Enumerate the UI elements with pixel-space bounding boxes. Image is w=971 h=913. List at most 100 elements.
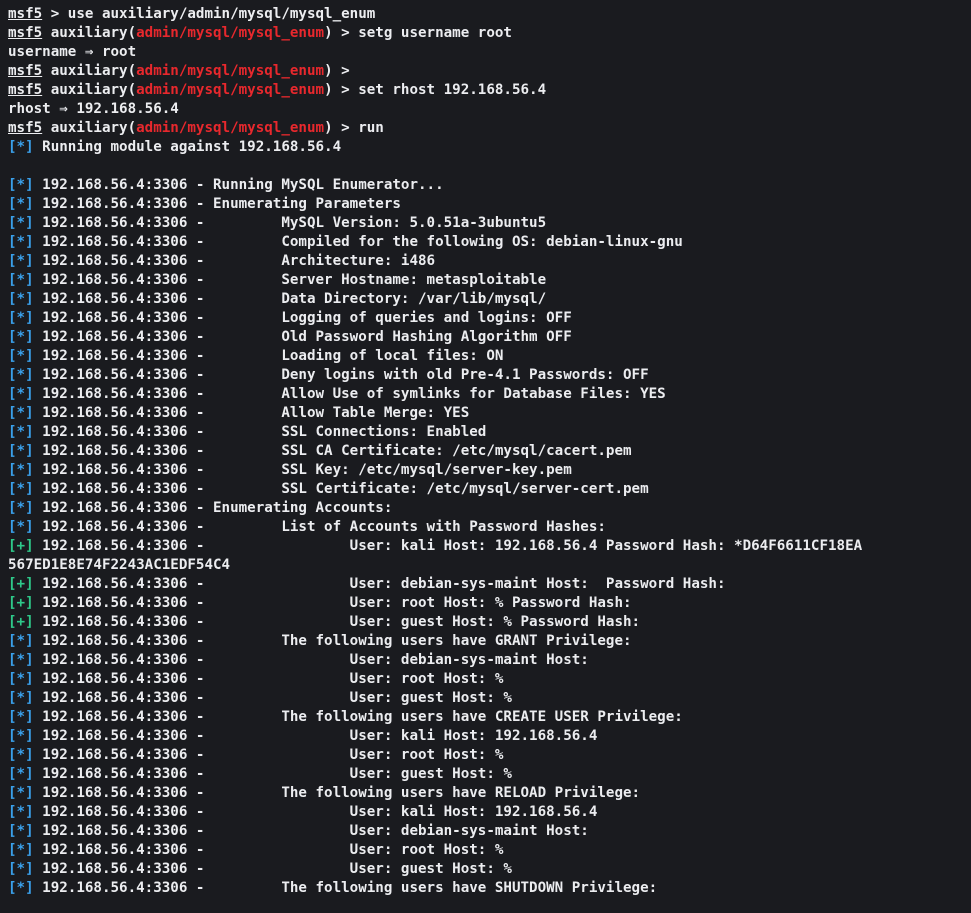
prompt-context: auxiliary( <box>42 82 137 98</box>
terminal-line: [*] 192.168.56.4:3306 - User: root Host:… <box>8 670 971 689</box>
output-text: 192.168.56.4:3306 - The following users … <box>33 709 683 725</box>
output-text: 192.168.56.4:3306 - MySQL Version: 5.0.5… <box>33 215 547 231</box>
output-text: 192.168.56.4:3306 - Old Password Hashing… <box>33 329 572 345</box>
terminal-line: [*] 192.168.56.4:3306 - User: guest Host… <box>8 860 971 879</box>
terminal-line: [*] 192.168.56.4:3306 - The following us… <box>8 784 971 803</box>
output-text: 192.168.56.4:3306 - User: kali Host: 192… <box>33 728 598 744</box>
status-info-tag: [*] <box>8 329 34 345</box>
prompt-label: msf5 <box>8 120 43 136</box>
output-text: 192.168.56.4:3306 - User: guest Host: % <box>33 766 512 782</box>
module-name: admin/mysql/mysql_enum <box>136 120 325 136</box>
output-text: 192.168.56.4:3306 - User: debian-sys-mai… <box>33 823 589 839</box>
status-info-tag: [*] <box>8 177 34 193</box>
command-text: ) > <box>324 63 350 79</box>
command-text: ) > setg username root <box>324 25 512 41</box>
output-text: 192.168.56.4:3306 - Enumerating Accounts… <box>33 500 393 516</box>
status-info-tag: [*] <box>8 519 34 535</box>
output-text: 192.168.56.4:3306 - User: debian-sys-mai… <box>33 576 726 592</box>
prompt-label: msf5 <box>8 25 43 41</box>
status-info-tag: [*] <box>8 348 34 364</box>
output-text: 192.168.56.4:3306 - Enumerating Paramete… <box>33 196 401 212</box>
terminal-line: [*] 192.168.56.4:3306 - User: root Host:… <box>8 841 971 860</box>
terminal-line: [*] 192.168.56.4:3306 - Allow Table Merg… <box>8 404 971 423</box>
terminal-line: [*] 192.168.56.4:3306 - User: guest Host… <box>8 765 971 784</box>
output-text: 192.168.56.4:3306 - List of Accounts wit… <box>33 519 606 535</box>
terminal-line: [*] 192.168.56.4:3306 - SSL Connections:… <box>8 423 971 442</box>
output-text: 192.168.56.4:3306 - SSL Key: /etc/mysql/… <box>33 462 572 478</box>
prompt-context: auxiliary( <box>42 25 137 41</box>
command-text: ) > set rhost 192.168.56.4 <box>324 82 547 98</box>
status-info-tag: [*] <box>8 310 34 326</box>
terminal-line: msf5 auxiliary(admin/mysql/mysql_enum) >… <box>8 24 971 43</box>
output-text: 192.168.56.4:3306 - Compiled for the fol… <box>33 234 683 250</box>
output-text: 192.168.56.4:3306 - Data Directory: /var… <box>33 291 547 307</box>
terminal-line: [*] 192.168.56.4:3306 - User: root Host:… <box>8 746 971 765</box>
terminal-line: username ⇒ root <box>8 43 971 62</box>
terminal-line: [*] 192.168.56.4:3306 - Server Hostname:… <box>8 271 971 290</box>
prompt-context: auxiliary( <box>42 120 137 136</box>
output-text: 192.168.56.4:3306 - Running MySQL Enumer… <box>33 177 444 193</box>
output-text: 192.168.56.4:3306 - User: root Host: % P… <box>33 595 632 611</box>
terminal-line: [*] 192.168.56.4:3306 - Architecture: i4… <box>8 252 971 271</box>
output-text: 192.168.56.4:3306 - Allow Use of symlink… <box>33 386 666 402</box>
status-info-tag: [*] <box>8 709 34 725</box>
terminal-line: [+] 192.168.56.4:3306 - User: kali Host:… <box>8 537 971 556</box>
terminal-line: [*] 192.168.56.4:3306 - User: debian-sys… <box>8 822 971 841</box>
prompt-label: msf5 <box>8 63 43 79</box>
output-text: 192.168.56.4:3306 - Deny logins with old… <box>33 367 649 383</box>
module-name: admin/mysql/mysql_enum <box>136 82 325 98</box>
status-info-tag: [*] <box>8 272 34 288</box>
terminal-line: rhost ⇒ 192.168.56.4 <box>8 100 971 119</box>
output-text: 192.168.56.4:3306 - Server Hostname: met… <box>33 272 547 288</box>
output-text: 192.168.56.4:3306 - The following users … <box>33 880 658 896</box>
status-info-tag: [*] <box>8 690 34 706</box>
terminal-line: [*] 192.168.56.4:3306 - Loading of local… <box>8 347 971 366</box>
output-text: Running module against 192.168.56.4 <box>33 139 342 155</box>
output-text: 192.168.56.4:3306 - User: kali Host: 192… <box>33 538 863 554</box>
prompt-label: msf5 <box>8 82 43 98</box>
status-good-tag: [+] <box>8 614 34 630</box>
output-text: 192.168.56.4:3306 - User: debian-sys-mai… <box>33 652 589 668</box>
output-text: 192.168.56.4:3306 - Allow Table Merge: Y… <box>33 405 470 421</box>
output-text: 192.168.56.4:3306 - Logging of queries a… <box>33 310 572 326</box>
output-text: rhost ⇒ 192.168.56.4 <box>8 101 179 117</box>
terminal-output[interactable]: msf5 > use auxiliary/admin/mysql/mysql_e… <box>0 0 971 913</box>
module-name: admin/mysql/mysql_enum <box>136 25 325 41</box>
output-text: 192.168.56.4:3306 - Loading of local fil… <box>33 348 504 364</box>
terminal-line: [+] 192.168.56.4:3306 - User: debian-sys… <box>8 575 971 594</box>
terminal-line: [+] 192.168.56.4:3306 - User: guest Host… <box>8 613 971 632</box>
terminal-line: [*] 192.168.56.4:3306 - MySQL Version: 5… <box>8 214 971 233</box>
status-info-tag: [*] <box>8 880 34 896</box>
status-info-tag: [*] <box>8 652 34 668</box>
status-info-tag: [*] <box>8 253 34 269</box>
terminal-line: [*] 192.168.56.4:3306 - Old Password Has… <box>8 328 971 347</box>
status-info-tag: [*] <box>8 139 34 155</box>
output-text: 192.168.56.4:3306 - User: kali Host: 192… <box>33 804 598 820</box>
output-text: 192.168.56.4:3306 - User: root Host: % <box>33 747 504 763</box>
terminal-line: [*] 192.168.56.4:3306 - SSL CA Certifica… <box>8 442 971 461</box>
status-info-tag: [*] <box>8 405 34 421</box>
status-info-tag: [*] <box>8 215 34 231</box>
output-text: 192.168.56.4:3306 - User: guest Host: % … <box>33 614 641 630</box>
status-good-tag: [+] <box>8 538 34 554</box>
terminal-line: msf5 auxiliary(admin/mysql/mysql_enum) >… <box>8 119 971 138</box>
terminal-line: [*] 192.168.56.4:3306 - Enumerating Para… <box>8 195 971 214</box>
command-text: > use auxiliary/admin/mysql/mysql_enum <box>42 6 376 22</box>
status-info-tag: [*] <box>8 481 34 497</box>
status-info-tag: [*] <box>8 367 34 383</box>
status-info-tag: [*] <box>8 842 34 858</box>
terminal-line: [*] 192.168.56.4:3306 - User: guest Host… <box>8 689 971 708</box>
terminal-line: [*] 192.168.56.4:3306 - User: debian-sys… <box>8 651 971 670</box>
terminal-line: [*] 192.168.56.4:3306 - Running MySQL En… <box>8 176 971 195</box>
output-text: 192.168.56.4:3306 - User: root Host: % <box>33 842 504 858</box>
output-text: 567ED1E8E74F2243AC1EDF54C4 <box>8 557 231 573</box>
status-info-tag: [*] <box>8 633 34 649</box>
output-text: 192.168.56.4:3306 - User: root Host: % <box>33 671 504 687</box>
terminal-line: [*] 192.168.56.4:3306 - Enumerating Acco… <box>8 499 971 518</box>
terminal-line: [*] Running module against 192.168.56.4 <box>8 138 971 157</box>
status-info-tag: [*] <box>8 671 34 687</box>
terminal-line: [*] 192.168.56.4:3306 - The following us… <box>8 632 971 651</box>
status-info-tag: [*] <box>8 804 34 820</box>
status-info-tag: [*] <box>8 462 34 478</box>
terminal-line: [*] 192.168.56.4:3306 - Logging of queri… <box>8 309 971 328</box>
